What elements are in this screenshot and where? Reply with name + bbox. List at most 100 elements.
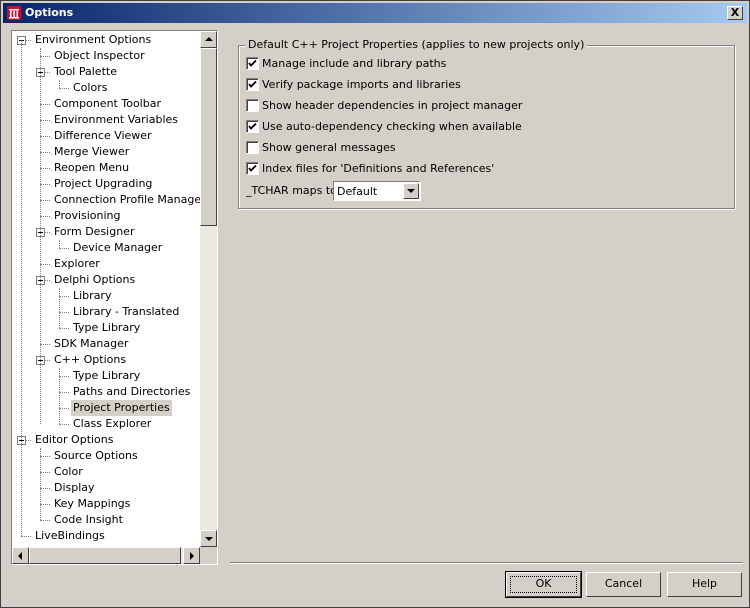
tree-item[interactable]: Connection Profile Manager [52,192,201,208]
hscroll-thumb[interactable] [29,547,181,564]
tree-connector [40,120,50,121]
tree-connector [59,392,69,393]
checkbox-label[interactable]: Show general messages [262,141,396,155]
tree-item[interactable]: Class Explorer [71,416,153,432]
tree-connector [59,312,69,313]
close-button[interactable]: X [727,6,743,20]
tree-connector [59,328,69,329]
close-icon: X [730,6,740,19]
tchar-select-value: Default [337,185,378,198]
tree-item[interactable]: Difference Viewer [52,128,154,144]
tree-item[interactable]: C++ Options [52,352,128,368]
scroll-thumb[interactable] [200,48,217,226]
tree-item[interactable]: Source Options [52,448,140,464]
cancel-button[interactable]: Cancel [586,572,661,597]
tree-item[interactable]: Display [52,480,97,496]
checkbox[interactable] [246,57,259,70]
title-bar[interactable]: Options X [3,3,747,23]
tree-item[interactable]: Form Designer [52,224,136,240]
tree-connector [59,296,69,297]
tree-connector [40,168,50,169]
tree-item[interactable]: SDK Manager [52,336,130,352]
arrow-up-icon [205,37,213,41]
tree-connector [59,408,69,409]
tree-connector [40,56,50,57]
tree-item[interactable]: Color [52,464,85,480]
tree-item[interactable]: Paths and Directories [71,384,192,400]
group-title: Default C++ Project Properties (applies … [245,38,588,52]
help-button[interactable]: Help [667,572,742,597]
tree-item[interactable]: Delphi Options [52,272,137,288]
tree-item[interactable]: Type Library [71,320,142,336]
scroll-left-button[interactable] [12,547,29,564]
tree-connector [40,472,50,473]
tree-item[interactable]: Environment Variables [52,112,180,128]
tree-item[interactable]: Editor Options [33,432,116,448]
ok-button[interactable]: OK [505,571,582,598]
help-button-label: Help [691,577,718,590]
tree-connector [40,216,50,217]
checkbox-label[interactable]: Manage include and library paths [262,57,446,71]
checkmark-icon [248,80,257,88]
tree-item[interactable]: Environment Options [33,32,153,48]
tree-connector [59,88,69,89]
tree-connector [40,200,50,201]
tree-item[interactable]: Object Inspector [52,48,147,64]
tree-item[interactable]: Type Library [71,368,142,384]
tree-item[interactable]: Component Toolbar [52,96,163,112]
tree-connector [40,136,50,137]
checkmark-icon [248,59,257,67]
scroll-corner [200,547,217,564]
checkbox[interactable] [246,78,259,91]
checkbox[interactable] [246,141,259,154]
tree-viewport: Environment Options Object Inspector Tool … [13,32,201,547]
tree-connector [59,288,60,328]
tree-item[interactable]: Merge Viewer [52,144,131,160]
checkbox[interactable] [246,99,259,112]
tree-item[interactable]: Provisioning [52,208,123,224]
tree-vertical-scrollbar[interactable] [200,31,217,547]
tree-connector [40,264,50,265]
scroll-up-button[interactable] [200,31,217,48]
tree-connector [59,248,69,249]
button-separator [230,562,743,564]
tree-item[interactable]: LiveBindings [33,528,107,544]
app-icon [7,6,21,20]
checkbox[interactable] [246,162,259,175]
tree-horizontal-scrollbar[interactable] [12,547,200,564]
tree-item[interactable]: Code Insight [52,512,125,528]
checkbox-label[interactable]: Index files for 'Definitions and Referen… [262,162,494,176]
tree-item[interactable]: Colors [71,80,109,96]
tree-item[interactable]: Tool Palette [52,64,119,80]
tree-connector [59,80,60,88]
scroll-down-button[interactable] [200,530,217,547]
tree-connector [40,152,50,153]
tree-item[interactable]: Project Properties [71,400,172,416]
tree-item[interactable]: Explorer [52,256,102,272]
tree-connector [40,184,50,185]
tree-connector [40,48,41,424]
tree-item[interactable]: Library - Translated [71,304,181,320]
tree-connector [59,424,69,425]
focus-rect [510,576,577,593]
tree-connector [40,104,50,105]
checkbox-label[interactable]: Show header dependencies in project mana… [262,99,522,113]
checkbox-label[interactable]: Verify package imports and libraries [262,78,461,92]
tree-connector [40,488,50,489]
tree-item[interactable]: Library [71,288,113,304]
tree-item[interactable]: Project Upgrading [52,176,154,192]
tree-connector [40,504,50,505]
tchar-label: _TCHAR maps to [246,184,337,197]
chevron-down-icon [407,189,415,193]
tree-item[interactable]: Key Mappings [52,496,132,512]
tree-item[interactable]: Reopen Menu [52,160,131,176]
checkbox-label[interactable]: Use auto-dependency checking when availa… [262,120,522,134]
arrow-left-icon [18,552,22,560]
dropdown-button[interactable] [403,183,419,199]
scroll-right-button[interactable] [183,547,200,564]
arrow-down-icon [205,537,213,541]
checkbox[interactable] [246,120,259,133]
tree-item[interactable]: Device Manager [71,240,164,256]
cancel-button-label: Cancel [604,577,643,590]
tchar-select[interactable]: Default [333,181,421,201]
